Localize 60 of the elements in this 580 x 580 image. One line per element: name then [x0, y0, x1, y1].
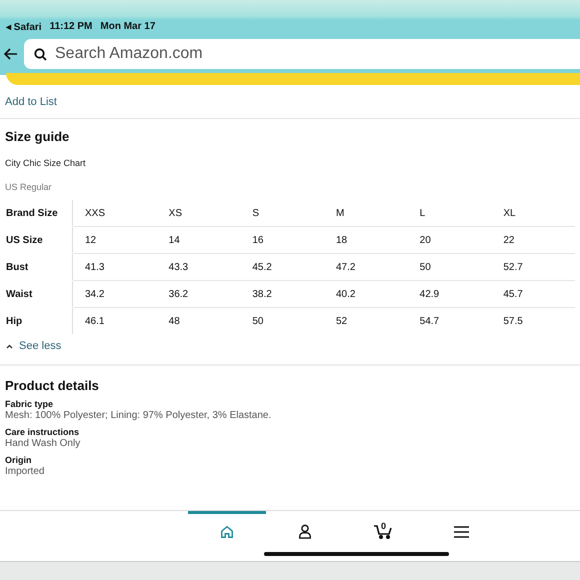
detail-value: Mesh: 100% Polyester; Lining: 97% Polyester, 3% Elastane. [5, 410, 272, 421]
section-heading: Size guide [5, 129, 70, 144]
size-region: US Regular [5, 182, 53, 192]
search-icon [34, 48, 47, 61]
table-cell: 18 [324, 227, 408, 254]
status-date: Mon Mar 17 [100, 21, 156, 33]
detail-label: Origin [5, 455, 32, 465]
row-header: Hip [5, 308, 73, 334]
table-cell: S [240, 200, 324, 227]
caret-icon [6, 344, 13, 348]
table-cell: 20 [408, 227, 492, 254]
account-icon [298, 524, 312, 539]
detail-value: Hand Wash Only [5, 438, 82, 449]
table-cell: 41.3 [73, 254, 157, 281]
cart-count: 0 [381, 521, 386, 531]
chart-name: City Chic Size Chart [5, 158, 87, 168]
detail-label: Fabric type [5, 399, 54, 409]
table-cell: 16 [240, 227, 324, 254]
table-cell: 40.2 [324, 281, 408, 308]
table-cell: 34.2 [73, 281, 157, 308]
table-cell-text: 48 [168, 314, 181, 328]
table-cell-text: 46.1 [84, 314, 106, 328]
menu-icon [454, 526, 468, 538]
home-icon [220, 524, 234, 538]
table-cell: 43.3 [156, 254, 240, 281]
table-cell-text: 57.5 [502, 314, 524, 328]
row-header: Brand Size [5, 200, 73, 226]
see-less-link[interactable]: See less [19, 340, 62, 352]
row-header: US Size [5, 227, 73, 253]
section-heading: Product details [5, 378, 100, 393]
table-cell-text: 52 [334, 314, 348, 328]
cart-icon [373, 524, 393, 539]
status-time: 11:12 PM [50, 21, 92, 33]
table-cell: 14 [156, 227, 240, 254]
detail-value: Imported [5, 466, 46, 477]
table-cell: XS [156, 200, 240, 227]
table-cell: 42.9 [408, 281, 492, 308]
detail-label: Care instructions [5, 427, 80, 437]
table-cell: 22 [491, 227, 575, 254]
back-to-app-link[interactable]: ◂ Safari [6, 21, 42, 33]
table-cell: XXS [73, 200, 157, 227]
table-cell-text: 50 [251, 314, 264, 328]
table-cell-text: 54.7 [418, 314, 440, 328]
cart-tab[interactable]: 0 [344, 511, 422, 561]
table-cell: 38.2 [240, 281, 324, 308]
table-cell: M [324, 200, 408, 227]
add-to-list-link[interactable]: Add to List [5, 96, 57, 108]
table-cell: 45.7 [491, 281, 575, 308]
table-cell: 50 [408, 254, 492, 281]
table-cell: 36.2 [156, 281, 240, 308]
back-arrow-icon[interactable] [4, 48, 18, 60]
table-cell: L [408, 200, 492, 227]
table-cell: XL [491, 200, 575, 227]
row-header: Bust [5, 254, 73, 280]
table-cell: 45.2 [240, 254, 324, 281]
search-field[interactable]: Search Amazon.com [24, 39, 580, 69]
row-header: Waist [5, 281, 73, 307]
table-cell: 47.2 [324, 254, 408, 281]
table-cell: 12 [73, 227, 157, 254]
table-cell: 52.7 [491, 254, 575, 281]
